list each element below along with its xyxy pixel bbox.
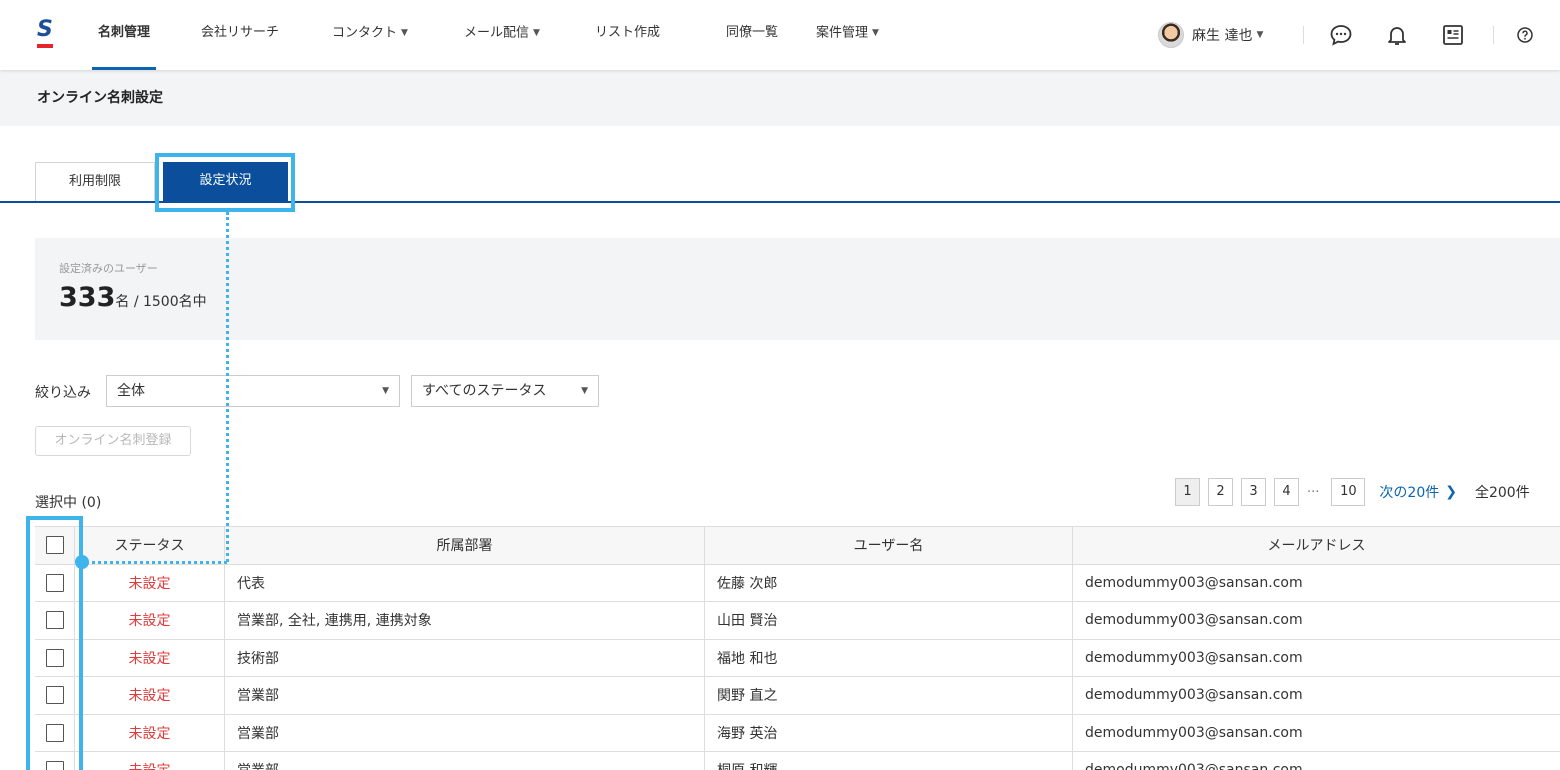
chevron-down-icon: ▼: [1256, 30, 1264, 40]
avatar: [1158, 22, 1184, 48]
chevron-right-icon[interactable]: ❯: [1445, 484, 1457, 500]
table-row[interactable]: 未設定 営業部 関野 直之 demodummy003@sansan.com: [35, 677, 1560, 715]
department-select[interactable]: 全体 ▼: [106, 375, 400, 407]
annotation-dotted-line-vertical: [226, 212, 229, 562]
email-cell: demodummy003@sansan.com: [1085, 724, 1303, 741]
highlight-box-checkbox-column: [26, 516, 83, 770]
table-header-row: ステータス 所属部署 ユーザー名 メールアドレス: [35, 527, 1560, 565]
chevron-down-icon: ▼: [382, 386, 389, 396]
sansan-logo[interactable]: S: [37, 19, 55, 51]
user-name-cell: 海野 英治: [705, 714, 1073, 751]
nav-item-deals[interactable]: 案件管理 ▼: [816, 0, 879, 70]
status-badge: 未設定: [75, 564, 225, 601]
nav-item-meishi[interactable]: 名刺管理: [91, 0, 157, 70]
summary-count-number: 333: [59, 282, 116, 313]
user-table: ステータス 所属部署 ユーザー名 メールアドレス 未設定 代表 佐藤 次郎 de…: [35, 526, 1560, 770]
user-name-cell: 関野 直之: [705, 677, 1073, 714]
header-status[interactable]: ステータス: [75, 527, 225, 564]
status-badge: 未設定: [75, 602, 225, 639]
chevron-down-icon: ▼: [872, 28, 879, 38]
table-row[interactable]: 未設定 営業部 海野 英治 demodummy003@sansan.com: [35, 714, 1560, 752]
header-department[interactable]: 所属部署: [225, 527, 705, 564]
card-icon[interactable]: [1440, 22, 1466, 48]
page-4[interactable]: 4: [1274, 478, 1299, 506]
header-email[interactable]: メールアドレス: [1073, 527, 1560, 564]
pagination: 1 2 3 4 ··· 10 次の20件 ❯ 全200件: [1175, 477, 1530, 507]
page-2[interactable]: 2: [1208, 478, 1233, 506]
annotation-dotted-line-horizontal: [86, 561, 227, 564]
highlight-box-tab: [155, 153, 295, 212]
user-name-cell: 佐藤 次郎: [705, 564, 1073, 601]
user-name-cell: 桐原 和輝: [705, 752, 1073, 770]
tab-usage-limit[interactable]: 利用制限: [35, 162, 155, 202]
email-cell: demodummy003@sansan.com: [1085, 687, 1303, 704]
status-badge: 未設定: [75, 752, 225, 770]
page-1[interactable]: 1: [1175, 478, 1200, 506]
status-badge: 未設定: [75, 677, 225, 714]
filter-label: 絞り込み: [35, 385, 91, 401]
nav-item-colleagues[interactable]: 同僚一覧: [726, 0, 778, 70]
user-menu[interactable]: 麻生 達也 ▼: [1158, 20, 1263, 50]
department-cell: 営業部: [225, 752, 705, 770]
nav-item-list[interactable]: リスト作成: [595, 0, 660, 70]
table-row[interactable]: 未設定 技術部 福地 和也 demodummy003@sansan.com: [35, 639, 1560, 677]
status-badge: 未設定: [75, 639, 225, 676]
department-cell: 営業部: [225, 714, 705, 751]
page-ellipsis: ···: [1307, 484, 1320, 500]
page-3[interactable]: 3: [1241, 478, 1266, 506]
header-user-name[interactable]: ユーザー名: [705, 527, 1073, 564]
department-cell: 営業部: [225, 677, 705, 714]
table-row[interactable]: 未設定 営業部 桐原 和輝 demodummy003@sansan.com: [35, 752, 1560, 770]
selected-count: 選択中 (0): [35, 495, 102, 511]
table-row[interactable]: 未設定 代表 佐藤 次郎 demodummy003@sansan.com: [35, 564, 1560, 602]
email-cell: demodummy003@sansan.com: [1085, 612, 1303, 629]
nav-item-mail[interactable]: メール配信 ▼: [464, 0, 540, 70]
department-select-value: 全体: [117, 383, 145, 399]
help-icon[interactable]: [1512, 22, 1538, 48]
email-cell: demodummy003@sansan.com: [1085, 649, 1303, 666]
email-cell: demodummy003@sansan.com: [1085, 574, 1303, 591]
status-select-value: すべてのステータス: [422, 383, 547, 399]
department-cell: 技術部: [225, 639, 705, 676]
summary-count: 333名 / 1500名中: [59, 282, 207, 313]
divider: [1303, 26, 1304, 44]
bell-icon[interactable]: [1384, 22, 1410, 48]
user-name-cell: 山田 賢治: [705, 602, 1073, 639]
summary-panel: 設定済みのユーザー 333名 / 1500名中: [35, 238, 1560, 340]
page-title: オンライン名刺設定: [37, 90, 163, 106]
department-cell: 代表: [225, 564, 705, 601]
summary-label: 設定済みのユーザー: [59, 262, 158, 275]
register-online-card-button[interactable]: オンライン名刺登録: [35, 426, 191, 456]
nav-item-company-research[interactable]: 会社リサーチ: [201, 0, 279, 70]
page-10[interactable]: 10: [1331, 478, 1366, 506]
chevron-down-icon: ▼: [581, 386, 588, 396]
status-badge: 未設定: [75, 714, 225, 751]
nav-item-contact[interactable]: コンタクト ▼: [332, 0, 408, 70]
total-count: 全200件: [1474, 485, 1530, 501]
chevron-down-icon: ▼: [401, 28, 408, 38]
table-row[interactable]: 未設定 営業部, 全社, 連携用, 連携対象 山田 賢治 demodummy00…: [35, 602, 1560, 640]
email-cell: demodummy003@sansan.com: [1073, 752, 1560, 770]
user-name-cell: 福地 和也: [705, 639, 1073, 676]
user-name: 麻生 達也: [1192, 28, 1253, 44]
summary-count-rest: 名 / 1500名中: [115, 294, 207, 310]
next-page-link[interactable]: 次の20件: [1379, 482, 1439, 502]
chat-icon[interactable]: [1328, 22, 1354, 48]
page-header: オンライン名刺設定: [0, 70, 1560, 126]
status-select[interactable]: すべてのステータス ▼: [411, 375, 599, 407]
department-cell: 営業部, 全社, 連携用, 連携対象: [225, 602, 705, 639]
top-navigation-bar: S 名刺管理 会社リサーチ コンタクト ▼ メール配信 ▼ リスト作成 同僚一覧 案…: [0, 0, 1560, 70]
chevron-down-icon: ▼: [533, 28, 540, 38]
divider: [1493, 26, 1494, 44]
